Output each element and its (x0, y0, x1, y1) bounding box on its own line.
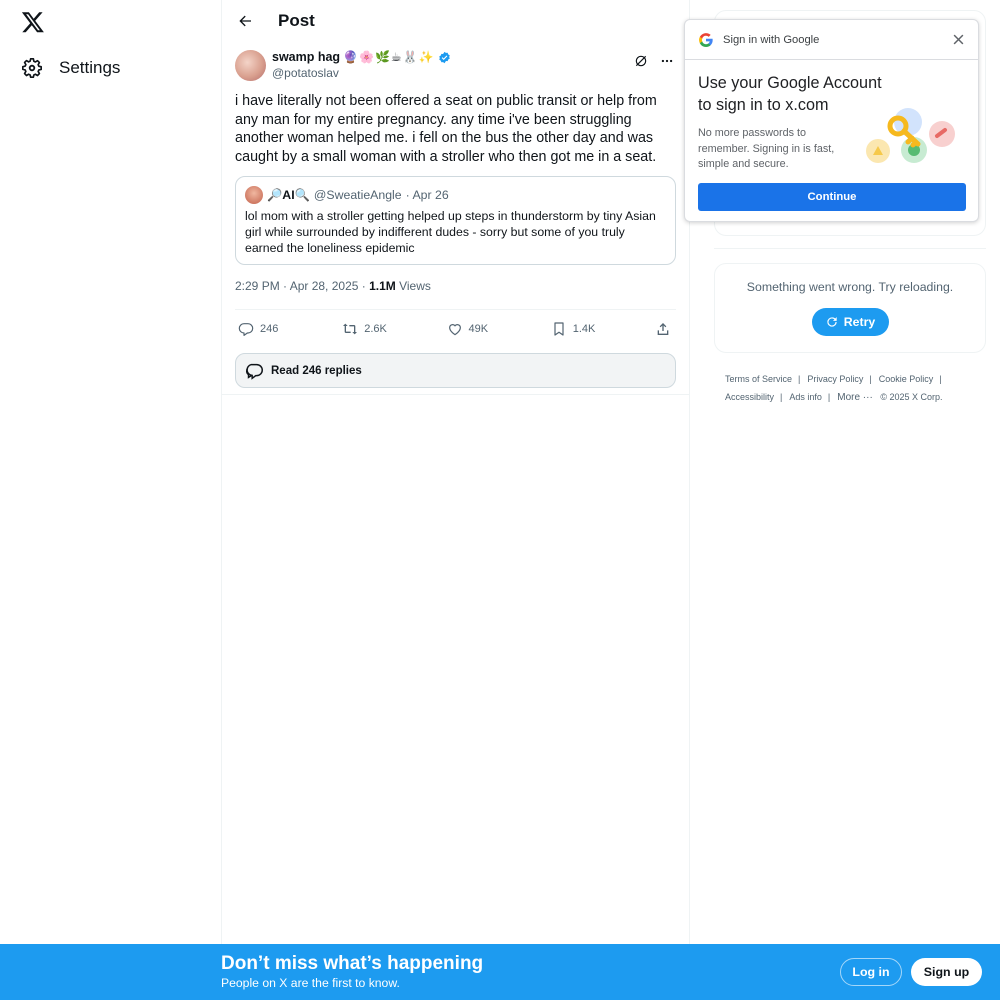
action-bar: 246 2.6K 49K 1.4K (235, 309, 676, 347)
quote-date: · Apr 26 (405, 188, 449, 203)
google-popup-title: Sign in with Google (723, 33, 820, 46)
footer-more-link[interactable]: More ··· (837, 392, 873, 403)
like-button[interactable]: 49K (447, 321, 551, 337)
read-replies-button[interactable]: Read 246 replies (235, 353, 676, 389)
refresh-icon (827, 317, 837, 327)
google-logo-icon (699, 32, 713, 47)
quote-text: lol mom with a stroller getting helped u… (245, 209, 656, 256)
grok-button[interactable] (632, 52, 650, 70)
quoted-post[interactable]: 🔎AI🔍 @SweatieAngle · Apr 26 lol mom with… (235, 176, 676, 266)
retry-label: Retry (843, 315, 876, 329)
page-title: Post (278, 11, 315, 30)
bookmark-icon (554, 322, 564, 336)
chat-bubbles-icon (245, 363, 263, 380)
google-popup-body: No more passwords to remember. Signing i… (698, 127, 835, 170)
heart-icon (448, 323, 461, 336)
post-text: i have literally not been offered a seat… (235, 93, 657, 165)
banner-title: Don’t miss what’s happening (221, 953, 484, 974)
grok-icon (635, 55, 647, 67)
trends-error-card: Something went wrong. Try reloading. Ret… (714, 263, 986, 353)
post: swamp hag 🔮🌸🌿☕🐰✨ @potatoslav i have lite… (222, 50, 689, 396)
footer-ads-link[interactable]: Ads info (789, 392, 822, 402)
close-icon[interactable] (951, 32, 966, 47)
repost-button[interactable]: 2.6K (342, 321, 446, 337)
sidebar-divider (714, 248, 986, 249)
more-options-button[interactable] (658, 52, 676, 70)
footer-cookie-link[interactable]: Cookie Policy (879, 374, 934, 384)
verified-badge-icon (438, 51, 450, 63)
signup-button[interactable]: Sign up (911, 958, 982, 986)
share-button[interactable] (655, 321, 673, 337)
google-signin-popup: Sign in with Google Use your Google Acco… (684, 19, 979, 222)
reply-count: 246 (260, 322, 279, 335)
more-horizontal-icon (661, 59, 673, 63)
like-count: 49K (468, 322, 489, 335)
signup-banner: Don’t miss what’s happening People on X … (0, 944, 1000, 1000)
bookmark-count: 1.4K (572, 322, 596, 335)
quote-author-name: 🔎AI🔍 (267, 187, 310, 202)
reply-button[interactable]: 246 (238, 321, 342, 337)
author-row: swamp hag 🔮🌸🌿☕🐰✨ @potatoslav (235, 50, 676, 84)
footer-accessibility-link[interactable]: Accessibility (725, 392, 774, 402)
share-icon (657, 322, 669, 335)
footer-links: Terms of Service | Privacy Policy | Cookie P… (725, 374, 943, 403)
read-replies-label: Read 246 replies (271, 364, 362, 377)
reply-icon (238, 322, 254, 336)
settings-label: Settings (59, 58, 121, 77)
views-label: Views (395, 279, 431, 294)
main-column: Post swamp hag 🔮🌸🌿☕🐰✨ @potatoslav i have… (221, 0, 690, 944)
key-illustration-icon (866, 108, 955, 163)
quote-avatar (245, 186, 263, 205)
avatar[interactable] (235, 50, 266, 81)
nav-item-settings[interactable]: Settings (21, 55, 120, 81)
login-button[interactable]: Log in (840, 958, 902, 986)
repost-icon (343, 323, 358, 335)
banner-subtitle: People on X are the first to know. (221, 976, 400, 990)
left-nav: Settings (0, 0, 222, 1000)
footer-privacy-link[interactable]: Privacy Policy (807, 374, 863, 384)
back-button[interactable] (233, 9, 257, 33)
quote-author-handle: @SweatieAngle (313, 188, 402, 203)
error-message: Something went wrong. Try reloading. (746, 280, 954, 294)
views-count: 1.1M (369, 279, 396, 294)
author-handle[interactable]: @potatoslav (272, 66, 451, 80)
divider (222, 394, 689, 396)
author-name[interactable]: swamp hag (272, 50, 340, 64)
post-meta: 2:29 PM · Apr 28, 2025 · 1.1M Views (235, 279, 676, 295)
retry-button[interactable]: Retry (811, 308, 889, 336)
post-header: Post (222, 0, 689, 42)
x-logo-icon[interactable] (21, 10, 45, 34)
footer-terms-link[interactable]: Terms of Service (725, 374, 792, 384)
repost-count: 2.6K (364, 322, 387, 335)
bookmark-button[interactable]: 1.4K (551, 321, 655, 337)
arrow-left-icon (239, 15, 251, 27)
continue-button[interactable]: Continue (698, 183, 966, 211)
footer-copyright: © 2025 X Corp. (880, 392, 943, 402)
google-popup-header: Sign in with Google (685, 20, 978, 60)
gear-icon (22, 58, 42, 78)
author-name-emojis: 🔮🌸🌿☕🐰✨ (343, 50, 435, 64)
post-time[interactable]: 2:29 PM · Apr 28, 2025 · (235, 279, 369, 293)
